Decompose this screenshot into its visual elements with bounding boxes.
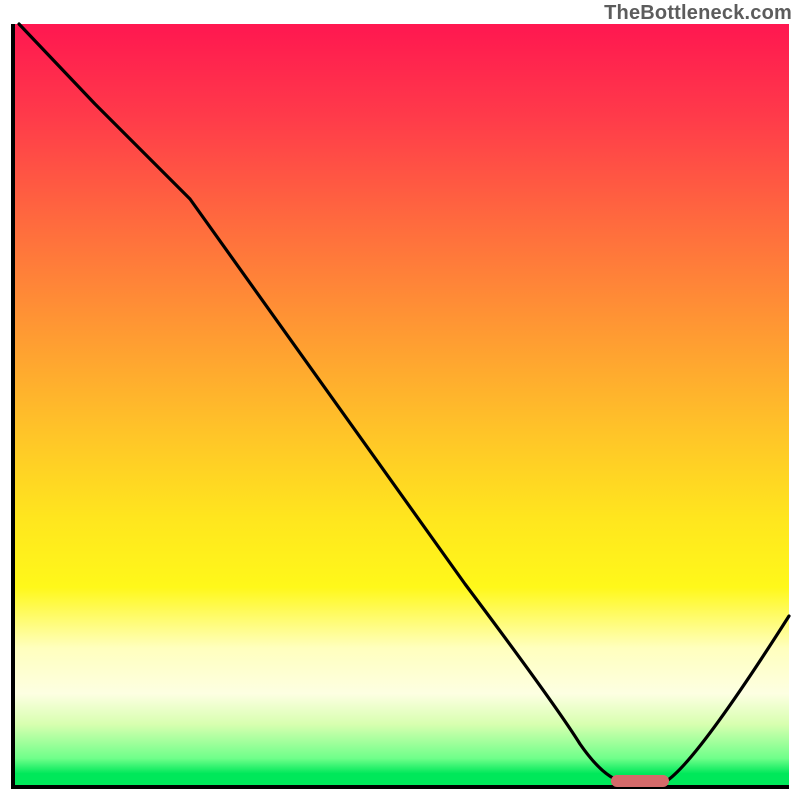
optimal-range-marker	[611, 775, 669, 787]
chart-overlay-svg	[15, 24, 789, 785]
bottleneck-curve-line	[19, 24, 789, 782]
chart-plot-area	[11, 24, 789, 789]
watermark-text: TheBottleneck.com	[604, 2, 792, 25]
